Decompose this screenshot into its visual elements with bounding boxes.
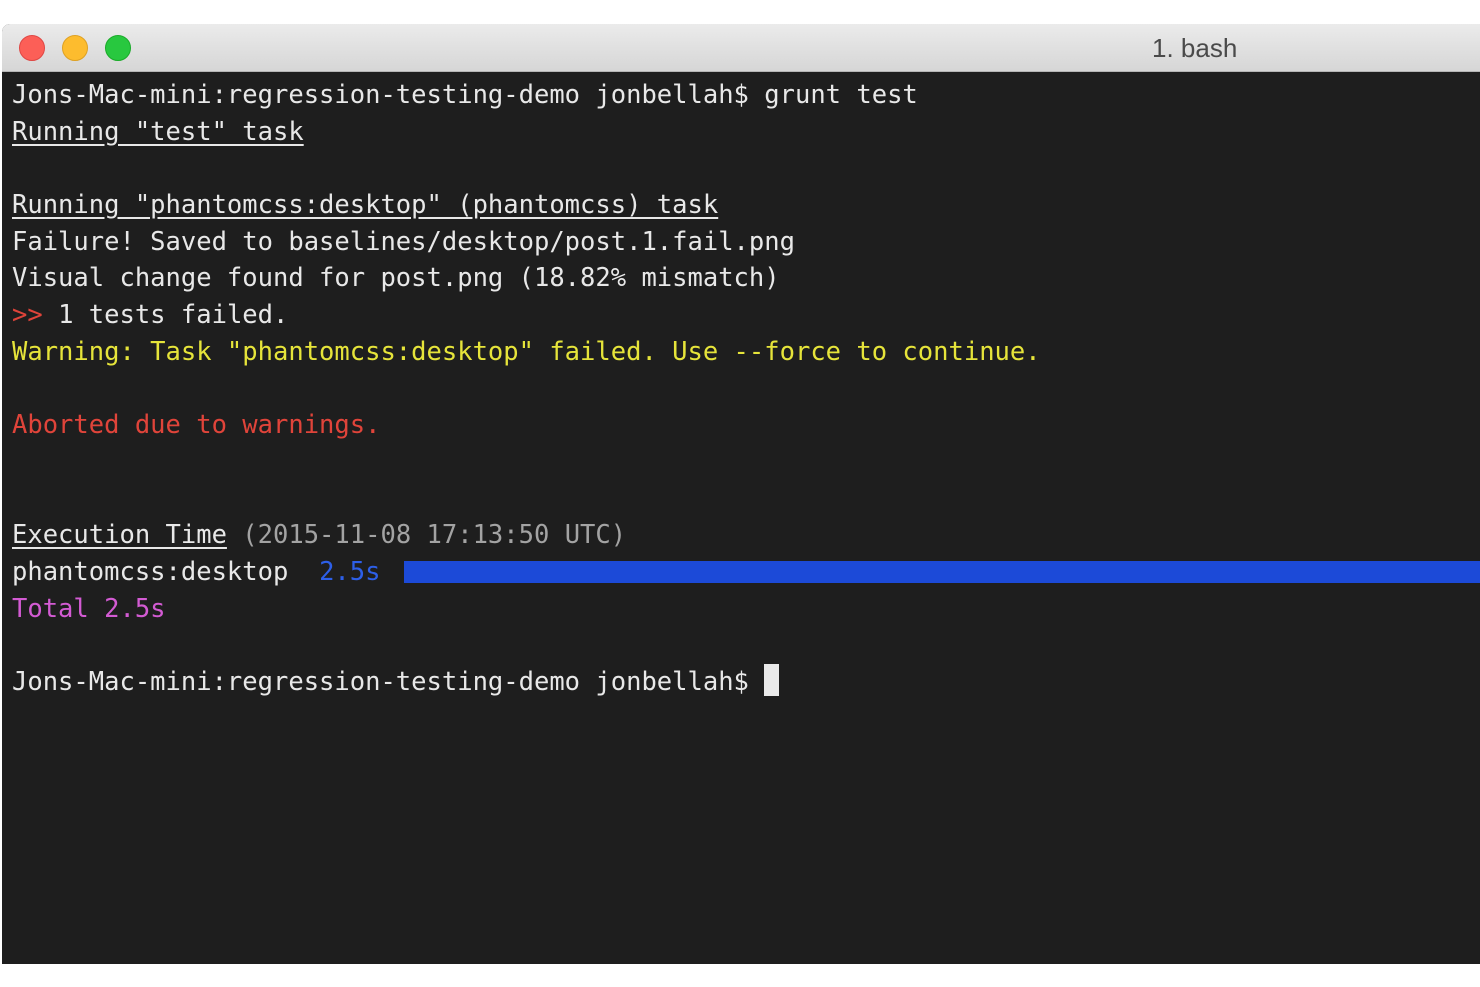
close-button[interactable] [19,35,45,61]
window-title: 1. bash [1152,33,1238,63]
execution-time-label: Execution Time [12,520,227,551]
subtask-header: Running "phantomcss:desktop" (phantomcss… [12,190,719,221]
terminal-window: 1. bash Jons-Mac-mini:regression-testing… [2,24,1480,964]
timing-bar-fill [404,560,1480,583]
prompt: Jons-Mac-mini:regression-testing-demo jo… [12,667,765,697]
command-line: Jons-Mac-mini:regression-testing-demo jo… [12,80,918,110]
timing-bar [404,560,1480,583]
visual-change-line: Visual change found for post.png (18.82%… [12,263,780,294]
title-bar[interactable]: 1. bash [2,24,1480,72]
terminal-output[interactable]: Jons-Mac-mini:regression-testing-demo jo… [12,77,1480,701]
timing-task-value: 2.5s [319,556,381,587]
warning-line: Warning: Task "phantomcss:desktop" faile… [12,336,1041,367]
failure-marker: >> [12,300,43,331]
text-cursor [764,664,780,696]
task-header-line: Running "test" task [12,114,1480,151]
task-header: Running "test" task [12,116,304,147]
prompt-line[interactable]: Jons-Mac-mini:regression-testing-demo jo… [12,664,1480,701]
execution-time-line: Execution Time (2015-11-08 17:13:50 UTC) [12,517,1480,554]
timing-row: phantomcss:desktop 2.5s [12,554,1480,591]
timing-task-name: phantomcss:desktop [12,556,289,587]
execution-timestamp: (2015-11-08 17:13:50 UTC) [226,520,627,551]
tests-failed-text: 1 tests failed. [42,300,289,331]
subtask-header-line: Running "phantomcss:desktop" (phantomcss… [12,187,1480,224]
minimize-button[interactable] [62,35,88,61]
total-line: Total 2.5s [12,593,166,624]
tests-failed-line: >> 1 tests failed. [12,297,1480,334]
failure-line: Failure! Saved to baselines/desktop/post… [12,226,795,257]
zoom-button[interactable] [105,35,131,61]
aborted-line: Aborted due to warnings. [12,410,381,441]
